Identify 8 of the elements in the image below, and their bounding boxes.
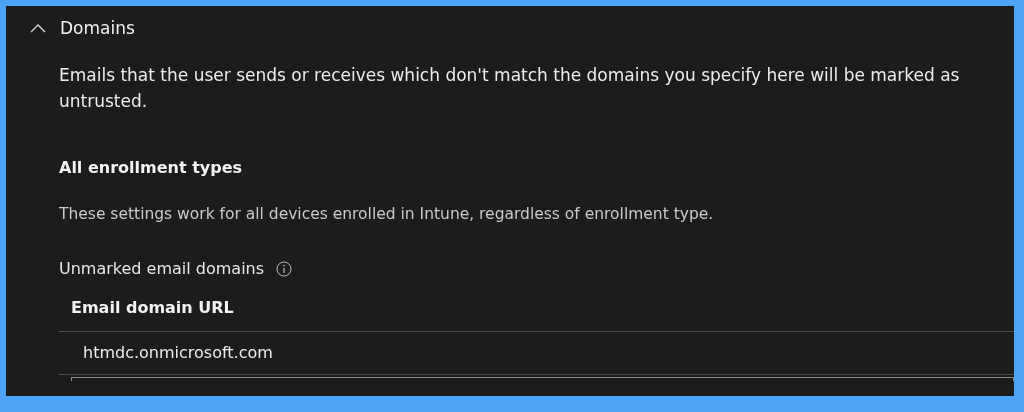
info-icon[interactable] [276,260,293,277]
group-heading: All enrollment types [59,158,243,177]
group-description: These settings work for all devices enrolled in Intune, regardless of enrollment type. [59,205,714,223]
setting-label: Unmarked email domains [59,259,265,278]
table-cell: htmdc.onmicrosoft.com [83,343,273,362]
section-header[interactable]: Domains [24,14,141,42]
column-header: Email domain URL [70,298,235,319]
section-description: Emails that the user sends or receives which don't match the domains you specify here will be marked as untrusted. [59,64,961,113]
